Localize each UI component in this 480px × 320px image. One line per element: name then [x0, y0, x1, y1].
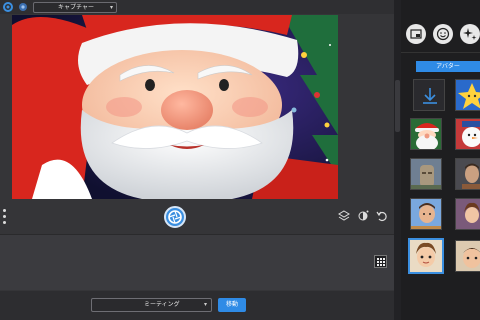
face-tracking-button[interactable]	[433, 24, 453, 44]
stone-statue-avatar-image	[411, 159, 441, 189]
undo-icon[interactable]	[376, 210, 388, 222]
chevron-down-icon: ▾	[109, 4, 113, 11]
star-avatar-image	[458, 83, 480, 109]
splitter-handle[interactable]	[395, 80, 400, 132]
brightness-icon[interactable]	[357, 210, 369, 222]
panel-splitter[interactable]	[394, 0, 401, 320]
chevron-down-icon: ▾	[203, 301, 207, 308]
lower-panel	[0, 234, 394, 290]
avatar-thumbnail[interactable]	[455, 118, 480, 150]
download-avatar-button[interactable]	[413, 79, 445, 111]
picture-in-picture-button[interactable]	[406, 24, 426, 44]
capture-control-bar	[0, 203, 394, 229]
avatar-thumbnail[interactable]	[455, 79, 480, 111]
layers-icon[interactable]	[338, 210, 350, 222]
avatar-thumbnail[interactable]	[455, 240, 480, 272]
camera-preview	[12, 15, 338, 199]
capture-source-select[interactable]: キャプチャー ▾	[33, 2, 117, 13]
avatar-thumbnail[interactable]	[455, 158, 480, 190]
avatar-thumbnail[interactable]	[410, 198, 442, 230]
more-options-icon[interactable]	[3, 209, 6, 225]
picture-in-picture-icon	[410, 29, 422, 39]
aperture-icon	[168, 210, 182, 224]
avatar-thumbnail[interactable]	[455, 198, 480, 230]
santa-avatar-image	[12, 15, 338, 199]
grid-view-button[interactable]	[374, 255, 387, 268]
cartoon-man-avatar-image	[456, 241, 480, 271]
smiley-icon	[436, 27, 450, 41]
snowman-avatar-image	[456, 119, 480, 149]
capture-source-label: キャプチャー	[58, 4, 94, 11]
avatar-thumbnail[interactable]	[410, 158, 442, 190]
man-avatar-image	[411, 199, 441, 229]
woman-avatar-image	[456, 199, 480, 229]
capture-shutter-button[interactable]	[164, 206, 186, 228]
effects-button[interactable]	[460, 24, 480, 44]
top-toolbar: キャプチャー ▾	[0, 0, 394, 14]
bottom-bar: ミーティング ▾ 移動	[0, 291, 394, 320]
effects-sparkle-icon	[463, 28, 477, 40]
avatar-thumbnail[interactable]	[410, 118, 442, 150]
cartoon-girl-avatar-image	[410, 240, 442, 272]
meeting-app-label: ミーティング	[144, 301, 180, 308]
settings-gear-icon[interactable]	[2, 1, 14, 13]
avatar-thumbnail-selected[interactable]	[408, 238, 444, 274]
person-avatar-image	[456, 159, 480, 189]
avatar-sidebar: アバター	[401, 0, 480, 320]
santa-avatar-image	[411, 119, 441, 149]
main-panel: キャプチャー ▾ ミーティング ▾ 移動	[0, 0, 394, 320]
info-badge-icon[interactable]	[18, 2, 28, 12]
meeting-app-select[interactable]: ミーティング ▾	[91, 298, 212, 312]
move-button[interactable]: 移動	[218, 298, 246, 312]
tab-avatar[interactable]: アバター	[416, 61, 480, 72]
sidebar-divider	[401, 52, 480, 53]
download-icon	[423, 88, 437, 104]
